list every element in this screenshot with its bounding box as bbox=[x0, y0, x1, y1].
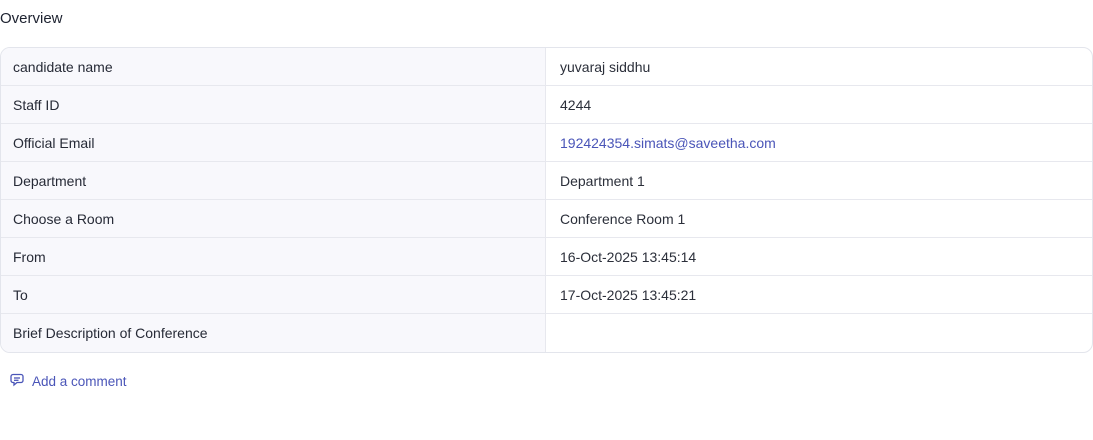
add-comment-label: Add a comment bbox=[32, 374, 127, 389]
page-title: Overview bbox=[0, 10, 63, 27]
table-row: Department Department 1 bbox=[1, 162, 1092, 200]
overview-table: candidate name yuvaraj siddhu Staff ID 4… bbox=[0, 47, 1093, 353]
field-label-description: Brief Description of Conference bbox=[1, 314, 546, 352]
field-label-candidate-name: candidate name bbox=[1, 48, 546, 85]
comment-icon bbox=[10, 372, 26, 391]
field-value-description bbox=[546, 314, 1092, 352]
table-row: Choose a Room Conference Room 1 bbox=[1, 200, 1092, 238]
email-link[interactable]: 192424354.simats@saveetha.com bbox=[546, 124, 1092, 161]
table-row: candidate name yuvaraj siddhu bbox=[1, 48, 1092, 86]
field-value-staff-id: 4244 bbox=[560, 96, 592, 113]
field-value-room: Conference Room 1 bbox=[560, 210, 686, 227]
table-row: Brief Description of Conference bbox=[1, 314, 1092, 352]
field-value-to: 17-Oct-2025 13:45:21 bbox=[560, 286, 697, 303]
field-label-room: Choose a Room bbox=[1, 200, 546, 237]
field-label-department: Department bbox=[1, 162, 546, 199]
table-row: Official Email 192424354.simats@saveetha… bbox=[1, 124, 1092, 162]
add-comment-button[interactable]: Add a comment bbox=[10, 372, 127, 391]
field-value-candidate-name: yuvaraj siddhu bbox=[560, 58, 651, 75]
table-row: From 16-Oct-2025 13:45:14 bbox=[1, 238, 1092, 276]
field-value-department: Department 1 bbox=[560, 172, 645, 189]
field-label-from: From bbox=[1, 238, 546, 275]
table-row: To 17-Oct-2025 13:45:21 bbox=[1, 276, 1092, 314]
field-value-from: 16-Oct-2025 13:45:14 bbox=[560, 248, 697, 265]
field-label-official-email: Official Email bbox=[1, 124, 546, 161]
table-row: Staff ID 4244 bbox=[1, 86, 1092, 124]
field-label-to: To bbox=[1, 276, 546, 313]
field-label-staff-id: Staff ID bbox=[1, 86, 546, 123]
